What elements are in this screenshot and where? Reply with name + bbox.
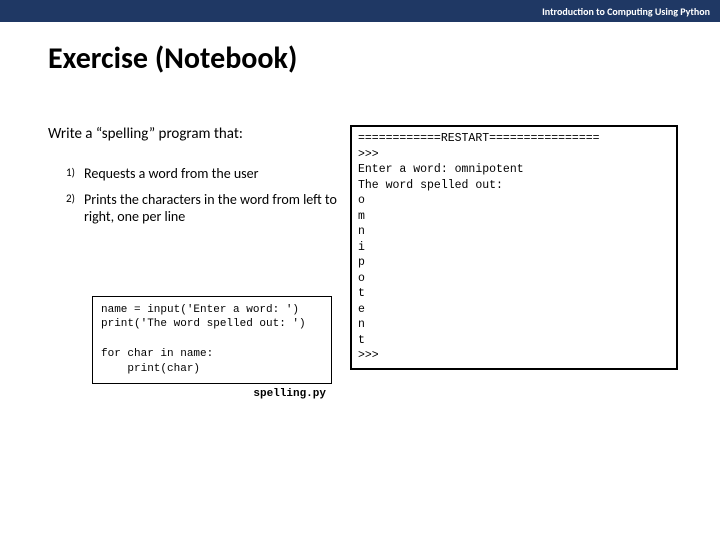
exercise-prompt: Write a “spelling” program that: [48,125,340,143]
step-text: Prints the characters in the word from l… [84,191,337,226]
page-title: Exercise (Notebook) [48,40,720,77]
code-box: name = input('Enter a word: ') print('Th… [92,296,332,384]
step-number: 2) [66,192,75,206]
list-item: 1) Requests a word from the user [66,165,340,183]
output-box: ============RESTART================ >>> … [350,125,678,370]
code-filename: spelling.py [48,388,326,400]
header-bar: Introduction to Computing Using Python [0,0,720,22]
right-column: ============RESTART================ >>> … [350,125,690,400]
steps-list: 1) Requests a word from the user 2) Prin… [48,165,340,226]
list-item: 2) Prints the characters in the word fro… [66,191,340,226]
course-title: Introduction to Computing Using Python [542,5,710,18]
content-area: Write a “spelling” program that: 1) Requ… [0,125,720,400]
step-text: Requests a word from the user [84,165,259,182]
step-number: 1) [66,166,75,180]
left-column: Write a “spelling” program that: 1) Requ… [0,125,350,400]
